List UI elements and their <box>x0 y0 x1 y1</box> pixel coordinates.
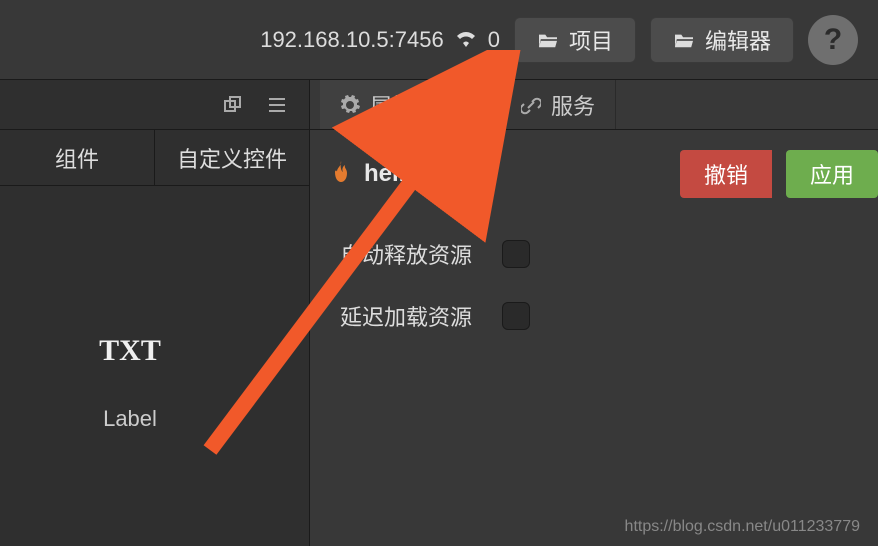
tab-services-label: 服务 <box>551 89 595 121</box>
link-icon <box>521 95 541 115</box>
tab-custom-widgets[interactable]: 自定义控件 <box>155 130 309 186</box>
wifi-icon <box>454 27 478 53</box>
asset-name: helloworld <box>364 160 484 188</box>
asset-title: helloworld <box>330 160 484 188</box>
lazy-load-checkbox[interactable] <box>502 302 530 330</box>
help-icon: ? <box>824 23 842 57</box>
editor-button[interactable]: 编辑器 <box>650 17 794 63</box>
widget-item[interactable]: e <box>0 316 40 452</box>
prop-label: 自动释放资源 <box>340 238 472 270</box>
tab-components[interactable]: 组件 <box>0 130 155 186</box>
popout-icon[interactable] <box>223 95 243 115</box>
wifi-count: 0 <box>488 27 500 53</box>
left-toolbar <box>0 80 309 130</box>
asset-header: helloworld 撤销 应用 <box>310 130 878 218</box>
project-button[interactable]: 项目 <box>514 17 636 63</box>
folder-open-icon <box>673 31 695 49</box>
right-panel: 属性检查器 服务 helloworld 撤销 应用 自动释放资源 延迟 <box>310 80 878 546</box>
widget-label: Label <box>103 406 157 432</box>
help-button[interactable]: ? <box>808 15 858 65</box>
ip-address: 192.168.10.5:7456 <box>260 27 444 53</box>
properties-list: 自动释放资源 延迟加载资源 <box>310 218 878 352</box>
gear-icon <box>340 95 360 115</box>
undo-button[interactable]: 撤销 <box>680 150 772 198</box>
left-tabs: 组件 自定义控件 <box>0 130 309 186</box>
fire-icon <box>330 161 352 187</box>
editor-button-label: 编辑器 <box>705 24 771 56</box>
prop-auto-release: 自动释放资源 <box>340 238 848 270</box>
right-tabs: 属性检查器 服务 <box>310 80 878 130</box>
widget-item-label[interactable]: TXT Label <box>60 316 200 432</box>
tab-services[interactable]: 服务 <box>501 80 616 129</box>
prop-label: 延迟加载资源 <box>340 300 472 332</box>
folder-open-icon <box>537 31 559 49</box>
menu-icon[interactable] <box>267 95 287 115</box>
main-area: 组件 自定义控件 e TXT Label 属性检查器 服务 <box>0 80 878 546</box>
tab-inspector-label: 属性检查器 <box>370 89 480 121</box>
txt-icon: TXT <box>75 316 185 386</box>
widget-area: e TXT Label <box>0 186 309 546</box>
ip-block: 192.168.10.5:7456 0 <box>260 27 500 53</box>
action-button-group: 撤销 应用 <box>680 150 878 198</box>
watermark: https://blog.csdn.net/u011233779 <box>625 518 860 536</box>
apply-button[interactable]: 应用 <box>786 150 878 198</box>
project-button-label: 项目 <box>569 24 613 56</box>
prop-lazy-load: 延迟加载资源 <box>340 300 848 332</box>
left-panel: 组件 自定义控件 e TXT Label <box>0 80 310 546</box>
tab-inspector[interactable]: 属性检查器 <box>320 80 501 129</box>
topbar: 192.168.10.5:7456 0 项目 编辑器 ? <box>0 0 878 80</box>
auto-release-checkbox[interactable] <box>502 240 530 268</box>
